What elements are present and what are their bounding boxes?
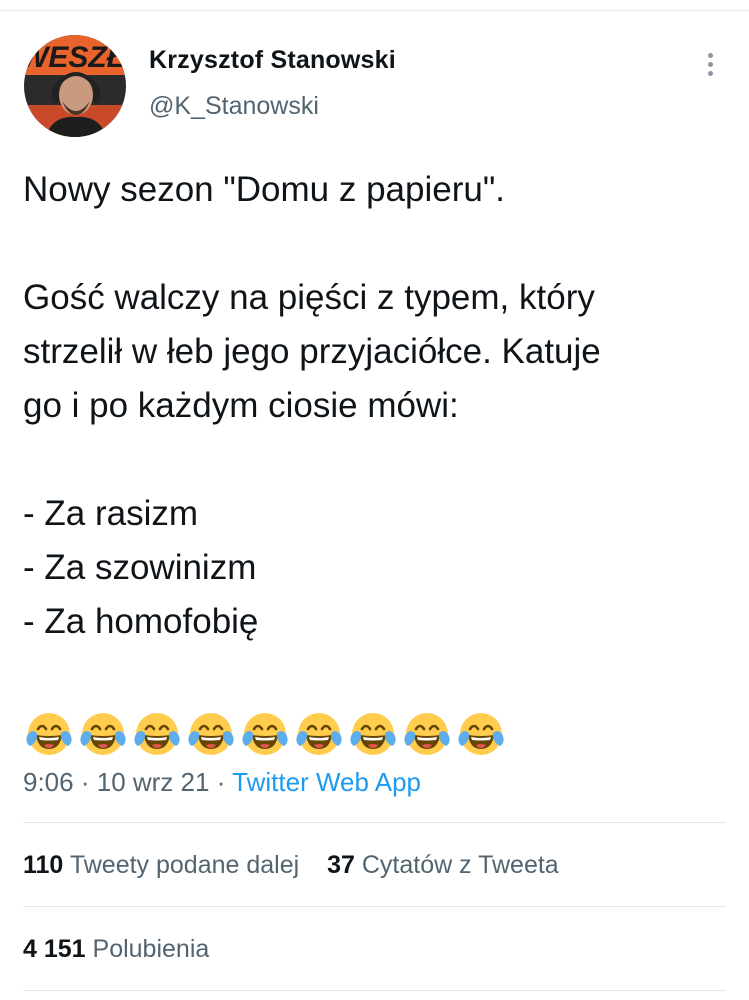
retweets-stat[interactable]: 110 Tweety podane dalej [23, 851, 306, 879]
more-dot [708, 62, 713, 67]
meta-separator: · [80, 767, 90, 797]
quotes-count: 37 [327, 851, 355, 879]
tweet-text-line: strzelił w łeb jego przyjaciółce. Katuje [23, 332, 601, 371]
author-name[interactable]: Krzysztof Stanowski [149, 46, 396, 75]
avatar-logo-text: WESZŁO [24, 41, 126, 74]
tweet-text-line: - Za homofobię [23, 602, 259, 641]
divider [23, 906, 726, 907]
likes-count: 4 151 [23, 935, 86, 963]
tweet-text-line: - Za rasizm [23, 494, 198, 533]
likes-stat[interactable]: 4 151 Polubienia [23, 935, 209, 963]
tweet-text-line: go i po każdym ciosie mówi: [23, 386, 459, 425]
face-with-tears-of-joy-icon [80, 713, 126, 755]
meta-separator: · [216, 767, 226, 797]
face-with-tears-of-joy-icon [458, 713, 504, 755]
tweet-meta: 9:06 · 10 wrz 21 · Twitter Web App [23, 767, 421, 798]
quotes-stat[interactable]: 37 Cytatów z Tweeta [327, 851, 559, 879]
tweet-date[interactable]: 10 wrz 21 [97, 767, 210, 797]
face-with-tears-of-joy-icon [404, 713, 450, 755]
top-divider [0, 10, 749, 11]
quotes-label: Cytatów z Tweeta [361, 851, 559, 879]
face-with-tears-of-joy-icon [188, 713, 234, 755]
retweets-label: Tweety podane dalej [69, 851, 300, 879]
tweet-text-line: Nowy sezon "Domu z papieru". [23, 170, 506, 209]
author-avatar[interactable]: WESZŁO [24, 35, 126, 137]
face-with-tears-of-joy-icon [242, 713, 288, 755]
tweet-text: Nowy sezon "Domu z papieru". Gość walczy… [23, 163, 735, 649]
tweet-source-link[interactable]: Twitter Web App [232, 767, 421, 797]
tweet-time[interactable]: 9:06 [23, 767, 74, 797]
more-dots-icon [708, 53, 713, 58]
stats-row-shares: 110 Tweety podane dalej 37 Cytatów z Twe… [23, 851, 559, 880]
divider [23, 822, 726, 823]
face-with-tears-of-joy-icon [350, 713, 396, 755]
tweet-text-line: - Za szowinizm [23, 548, 257, 587]
retweets-count: 110 [23, 851, 64, 879]
face-with-tears-of-joy-icon [134, 713, 180, 755]
stats-row-likes: 4 151 Polubienia [23, 935, 209, 964]
more-dot [708, 71, 713, 76]
face-with-tears-of-joy-icon [26, 713, 72, 755]
emoji-row [25, 710, 505, 758]
face-with-tears-of-joy-icon [296, 713, 342, 755]
avatar-photo-icon: WESZŁO [24, 35, 126, 137]
author-handle[interactable]: @K_Stanowski [149, 92, 319, 121]
tweet-text-line: Gość walczy na pięści z typem, który [23, 278, 595, 317]
divider [23, 990, 726, 991]
more-options-button[interactable] [700, 50, 722, 80]
likes-label: Polubienia [92, 935, 210, 963]
